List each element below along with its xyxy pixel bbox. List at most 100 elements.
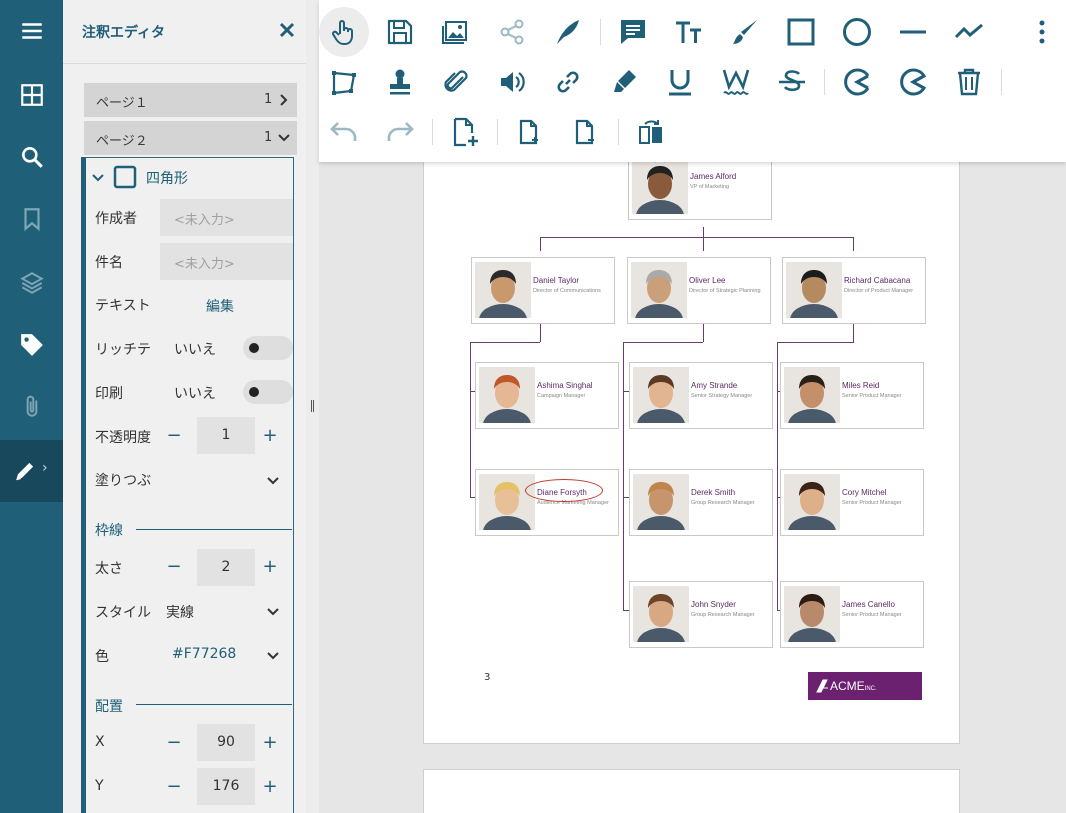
rail-layers-button[interactable] (0, 252, 63, 314)
page-item-2[interactable]: ページ２ 1 (84, 121, 297, 155)
redo-button[interactable] (375, 107, 425, 157)
line-button[interactable] (888, 7, 938, 57)
page-item-1[interactable]: ページ１ 1 (84, 83, 297, 117)
opacity-input[interactable]: 1 (197, 417, 255, 454)
delete-page-button[interactable] (561, 107, 611, 157)
tag-icon (20, 334, 43, 356)
chevron-down-icon[interactable] (266, 476, 280, 486)
rail-editor-button[interactable]: › (0, 440, 63, 502)
attachment-button[interactable] (431, 57, 481, 107)
x-increment-button[interactable]: + (260, 733, 280, 753)
width-decrement-button[interactable]: − (164, 557, 184, 577)
save-button[interactable] (375, 7, 425, 57)
person-photo (786, 262, 842, 318)
person-photo (784, 474, 840, 530)
share-button[interactable] (487, 7, 537, 57)
rotate-page-icon (639, 120, 662, 144)
more-button[interactable] (1017, 7, 1066, 57)
org-card: Miles Reid Senior Product Manager (780, 362, 924, 429)
new-page-button[interactable] (440, 107, 490, 157)
save-icon (387, 19, 413, 45)
underline-button[interactable] (655, 57, 705, 107)
highlight-button[interactable] (599, 57, 649, 107)
underline-icon (669, 70, 691, 96)
squiggly-button[interactable] (711, 57, 761, 107)
person-name: Cory Mitchel (842, 488, 887, 497)
polyline-button[interactable] (944, 7, 994, 57)
person-role: Senior Product Manager (842, 612, 902, 618)
sound-button[interactable] (487, 57, 537, 107)
panel-title: 注釈エディタ (82, 25, 166, 41)
person-photo (633, 586, 689, 642)
rail-bookmarks-button[interactable] (0, 188, 63, 250)
text-button[interactable] (664, 7, 714, 57)
panel-splitter[interactable] (306, 0, 319, 813)
arc-icon (844, 68, 870, 96)
rotate-page-button[interactable] (626, 107, 676, 157)
text-edit-link[interactable]: 編集 (206, 296, 234, 316)
stamp-button[interactable] (375, 57, 425, 107)
pie-button[interactable] (888, 57, 938, 107)
org-card: Oliver Lee Director of Strategic Planning (627, 257, 771, 324)
ink-button[interactable] (720, 7, 770, 57)
person-photo (475, 262, 531, 318)
person-role: Senior Strategy Manager (691, 393, 753, 399)
print-toggle[interactable] (243, 380, 293, 404)
link-icon (557, 71, 579, 93)
page-item-label: ページ１ (96, 96, 148, 111)
opacity-increment-button[interactable]: + (260, 426, 280, 446)
chevron-down-icon[interactable] (91, 171, 105, 185)
x-label: X (95, 734, 105, 750)
chevron-down-icon[interactable] (266, 651, 280, 661)
document-viewer[interactable]: James Alford VP of Marketing Daniel Taylor… (319, 152, 1066, 813)
color-value[interactable]: #F77268 (172, 646, 236, 662)
person-role: Group Research Manager (691, 500, 755, 506)
subject-field[interactable]: <未入力> (160, 243, 293, 280)
delete-annotation-button[interactable] (944, 57, 994, 107)
polygon-button[interactable] (319, 57, 369, 107)
page-item-count: 1 (264, 130, 273, 145)
pan-tool-button[interactable] (319, 7, 369, 57)
close-icon[interactable] (277, 20, 297, 40)
rail-annotations-button[interactable] (0, 314, 63, 376)
rail-menu-button[interactable] (0, 0, 63, 62)
author-field[interactable]: <未入力> (160, 199, 293, 236)
person-name: Richard Cabacana (844, 276, 911, 285)
page-item-label: ページ２ (96, 134, 148, 149)
x-decrement-button[interactable]: − (164, 733, 184, 753)
rail-search-button[interactable] (0, 126, 63, 188)
ellipse-annotation[interactable] (525, 479, 603, 502)
person-name: James Alford (690, 172, 737, 181)
org-card: Cory Mitchel Senior Product Manager (780, 469, 924, 536)
squiggly-icon (722, 69, 750, 95)
rail-thumbnails-button[interactable] (0, 64, 63, 126)
width-increment-button[interactable]: + (260, 557, 280, 577)
opacity-decrement-button[interactable]: − (164, 426, 184, 446)
comment-icon (621, 20, 645, 44)
annotation-toolbar (319, 0, 1066, 162)
sidebar-rail: › (0, 0, 63, 813)
chevron-down-icon[interactable] (266, 607, 280, 617)
y-increment-button[interactable]: + (260, 777, 280, 797)
comment-button[interactable] (608, 7, 658, 57)
arc-button[interactable] (832, 57, 882, 107)
link-button[interactable] (543, 57, 593, 107)
person-photo (784, 367, 840, 423)
insert-page-button[interactable] (505, 107, 555, 157)
rich-text-toggle[interactable] (243, 336, 293, 360)
style-value[interactable]: 実線 (166, 602, 194, 622)
x-input[interactable]: 90 (197, 724, 255, 761)
next-document-page (423, 769, 960, 813)
width-input[interactable]: 2 (197, 549, 255, 586)
rail-attachments-button[interactable] (0, 376, 63, 438)
image-button[interactable] (431, 7, 481, 57)
square-button[interactable] (776, 7, 826, 57)
y-decrement-button[interactable]: − (164, 777, 184, 797)
person-role: Senior Product Manager (842, 393, 902, 399)
y-input[interactable]: 176 (197, 768, 255, 805)
new-page-icon (453, 117, 478, 147)
strikeout-button[interactable] (767, 57, 817, 107)
circle-button[interactable] (832, 7, 882, 57)
signature-button[interactable] (543, 7, 593, 57)
undo-button[interactable] (319, 107, 369, 157)
